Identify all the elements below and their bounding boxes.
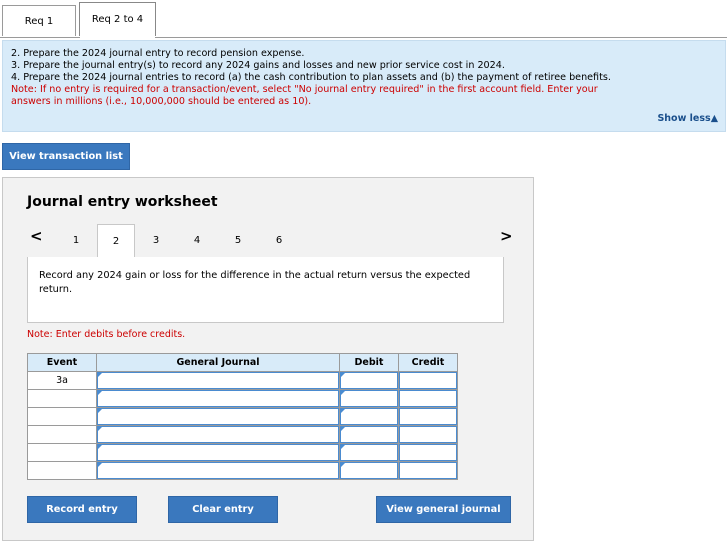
event-cell <box>27 443 97 462</box>
column-header-debit: Debit <box>339 353 399 372</box>
account-select[interactable] <box>96 443 340 462</box>
credit-input[interactable] <box>398 425 458 444</box>
tab-label: Req 1 <box>24 15 54 27</box>
page-number: 6 <box>275 234 283 246</box>
button-label: View transaction list <box>9 151 123 162</box>
account-select[interactable] <box>96 425 340 444</box>
page-tab-5[interactable]: 5 <box>219 224 257 256</box>
chevron-right-icon[interactable]: > <box>500 227 513 245</box>
chevron-left-icon[interactable]: < <box>30 227 43 245</box>
column-header-event: Event <box>27 353 97 372</box>
page-number: 3 <box>152 234 160 246</box>
instruction-line: 3. Prepare the journal entry(s) to recor… <box>11 60 505 71</box>
credit-input[interactable] <box>398 389 458 408</box>
credit-input[interactable] <box>398 407 458 426</box>
worksheet-title: Journal entry worksheet <box>27 194 218 210</box>
button-label: View general journal <box>386 504 501 515</box>
table-row <box>27 389 458 408</box>
account-select[interactable] <box>96 371 340 390</box>
credit-input[interactable] <box>398 443 458 462</box>
debit-input[interactable] <box>339 443 399 462</box>
entry-description: Record any 2024 gain or loss for the dif… <box>27 257 504 323</box>
table-row <box>27 461 458 480</box>
credit-input[interactable] <box>398 371 458 390</box>
button-label: Clear entry <box>192 504 254 515</box>
debit-input[interactable] <box>339 407 399 426</box>
table-row <box>27 407 458 426</box>
page-tab-1[interactable]: 1 <box>57 224 95 256</box>
column-header-credit: Credit <box>398 353 458 372</box>
triangle-up-icon: ▲ <box>710 113 718 124</box>
description-text: Record any 2024 gain or loss for the dif… <box>39 270 471 295</box>
worksheet-pagination: < 1 2 3 4 5 6 > <box>3 222 533 258</box>
instructions-panel: 2. Prepare the 2024 journal entry to rec… <box>2 40 726 132</box>
account-select[interactable] <box>96 461 340 480</box>
journal-entry-worksheet: Journal entry worksheet < 1 2 3 4 5 6 > … <box>2 177 534 541</box>
column-header-general-journal: General Journal <box>96 353 340 372</box>
account-select[interactable] <box>96 389 340 408</box>
clear-entry-button[interactable]: Clear entry <box>168 496 278 523</box>
show-less-label: Show less <box>657 113 711 124</box>
page-number: 2 <box>112 236 120 247</box>
debit-input[interactable] <box>339 425 399 444</box>
table-row <box>27 425 458 444</box>
debit-input[interactable] <box>339 461 399 480</box>
instruction-note: answers in millions (i.e., 10,000,000 sh… <box>11 96 312 107</box>
tab-label: Req 2 to 4 <box>91 14 144 25</box>
button-label: Record entry <box>46 504 118 515</box>
credit-input[interactable] <box>398 461 458 480</box>
debits-note: Note: Enter debits before credits. <box>27 329 186 340</box>
instruction-line: 2. Prepare the 2024 journal entry to rec… <box>11 48 305 59</box>
tab-req-2-to-4[interactable]: Req 2 to 4 <box>79 2 156 36</box>
page-tab-3[interactable]: 3 <box>137 224 175 256</box>
page-tab-6[interactable]: 6 <box>260 224 298 256</box>
debit-input[interactable] <box>339 371 399 390</box>
requirement-tabs: Req 1 Req 2 to 4 <box>0 0 727 39</box>
page-number: 4 <box>193 234 201 246</box>
account-select[interactable] <box>96 407 340 426</box>
tab-req-1[interactable]: Req 1 <box>2 5 76 36</box>
event-cell <box>27 461 97 480</box>
instruction-line: 4. Prepare the 2024 journal entries to r… <box>11 72 611 83</box>
table-row <box>27 443 458 462</box>
view-general-journal-button[interactable]: View general journal <box>376 496 511 523</box>
view-transaction-list-button[interactable]: View transaction list <box>2 143 130 170</box>
page-number: 5 <box>234 234 242 246</box>
table-row: 3a <box>27 371 458 390</box>
page-tab-2[interactable]: 2 <box>97 224 135 258</box>
page-tab-4[interactable]: 4 <box>178 224 216 256</box>
event-cell <box>27 389 97 408</box>
active-tab-gap <box>80 36 155 39</box>
event-cell <box>27 425 97 444</box>
page-number: 1 <box>72 234 80 246</box>
record-entry-button[interactable]: Record entry <box>27 496 137 523</box>
show-less-link[interactable]: Show less▲ <box>657 113 718 125</box>
event-cell <box>27 407 97 426</box>
debit-input[interactable] <box>339 389 399 408</box>
event-cell: 3a <box>27 371 97 390</box>
instruction-note: Note: If no entry is required for a tran… <box>11 84 598 95</box>
journal-table: Event General Journal Debit Credit 3a <box>27 353 458 480</box>
